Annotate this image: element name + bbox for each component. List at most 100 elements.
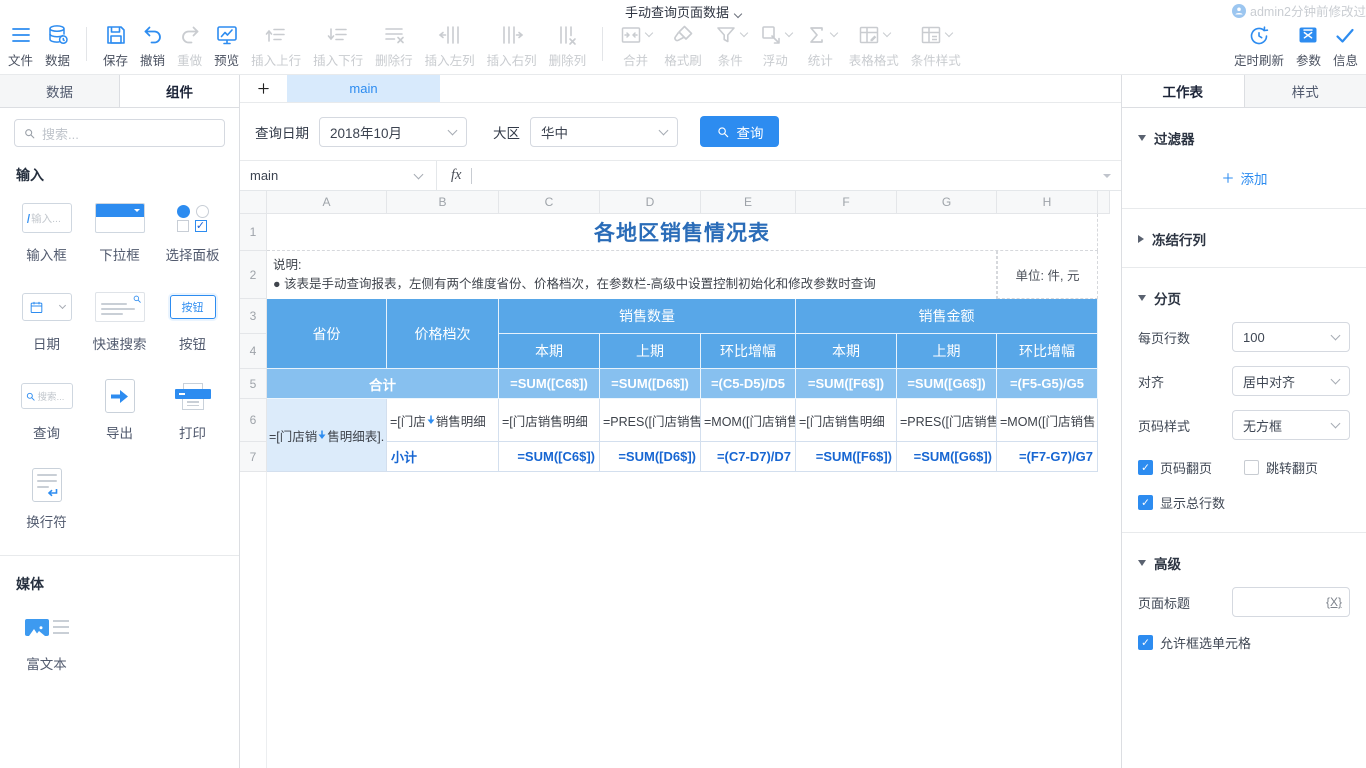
toolbar-insert-col-right-button[interactable]: 插入右列	[481, 21, 543, 69]
cell-F7[interactable]: =SUM([F6$])	[796, 442, 897, 472]
cell-F3[interactable]: 销售金额	[796, 299, 1098, 334]
toolbar-stats-button[interactable]: 统计	[798, 21, 843, 69]
cell-F4[interactable]: 本期	[796, 334, 897, 369]
toolbar-file-button[interactable]: 文件	[2, 21, 39, 69]
component-search-input[interactable]: 搜索...	[14, 119, 225, 147]
toolbar-insert-col-left-button[interactable]: 插入左列	[419, 21, 481, 69]
row-header-2[interactable]: 2	[240, 251, 267, 299]
component-export[interactable]: 导出	[83, 377, 156, 442]
cell-C5[interactable]: =SUM([C6$])	[499, 369, 600, 399]
col-header-E[interactable]: E	[701, 191, 796, 214]
cell-C3[interactable]: 销售数量	[499, 299, 796, 334]
checkbox-jump-flip[interactable]: 跳转翻页	[1244, 458, 1350, 477]
toolbar-insert-row-above-button[interactable]: 插入上行	[245, 21, 307, 69]
row-header-5[interactable]: 5	[240, 369, 267, 399]
advanced-section-header[interactable]: 高级	[1138, 553, 1350, 573]
toolbar-merge-button[interactable]: 合并	[613, 21, 658, 69]
cell-H4[interactable]: 环比增幅	[997, 334, 1098, 369]
variable-icon[interactable]: {X}	[1326, 595, 1342, 609]
cell-F6[interactable]: =[门店销售明细	[796, 399, 897, 442]
cell-G5[interactable]: =SUM([G6$])	[897, 369, 997, 399]
toolbar-redo-button[interactable]: 重做	[171, 21, 208, 69]
row-header-7[interactable]: 7	[240, 442, 267, 472]
add-filter-button[interactable]: 添加	[1138, 168, 1350, 188]
tab-components[interactable]: 组件	[119, 75, 239, 107]
filter-section-header[interactable]: 过滤器	[1138, 128, 1350, 148]
query-date-select[interactable]: 2018年10月	[319, 117, 467, 147]
toolbar-float-button[interactable]: 浮动	[753, 21, 798, 69]
checkbox-page-flip[interactable]: 页码翻页	[1138, 458, 1244, 477]
component-button[interactable]: 按钮按钮	[156, 288, 229, 353]
tab-worksheet[interactable]: 工作表	[1122, 75, 1244, 107]
cell-H5[interactable]: =(F5-G5)/G5	[997, 369, 1098, 399]
toolbar-delete-col-button[interactable]: 删除列	[543, 21, 593, 69]
cell-H2[interactable]: 单位: 件, 元	[997, 251, 1098, 299]
cell-A5[interactable]: 合计	[267, 369, 499, 399]
cell-G6[interactable]: =PRES([门店销售	[897, 399, 997, 442]
cell-E5[interactable]: =(C5-D5)/D5	[701, 369, 796, 399]
add-sheet-button[interactable]	[240, 75, 287, 102]
formula-input[interactable]	[472, 161, 1103, 190]
page-title-input[interactable]: {X}	[1232, 587, 1350, 617]
col-header-B[interactable]: B	[387, 191, 499, 214]
sheet-tab-main[interactable]: main	[287, 75, 440, 102]
row-header-4[interactable]: 4	[240, 334, 267, 369]
cell-D5[interactable]: =SUM([D6$])	[600, 369, 701, 399]
cell-E7[interactable]: =(C7-D7)/D7	[701, 442, 796, 472]
tab-style[interactable]: 样式	[1244, 75, 1366, 107]
rows-per-page-select[interactable]: 100	[1232, 322, 1350, 352]
sheet-corner[interactable]	[240, 191, 267, 214]
cell-H7[interactable]: =(F7-G7)/G7	[997, 442, 1098, 472]
cell-G4[interactable]: 上期	[897, 334, 997, 369]
cell-C4[interactable]: 本期	[499, 334, 600, 369]
cell-H6[interactable]: =MOM([门店销售	[997, 399, 1098, 442]
query-region-select[interactable]: 华中	[530, 117, 678, 147]
col-header-H[interactable]: H	[997, 191, 1098, 214]
tab-data[interactable]: 数据	[0, 75, 119, 107]
cell-A2[interactable]: 说明:● 该表是手动查询报表，左侧有两个维度省份、价格档次，在参数栏-高级中设置…	[267, 251, 997, 299]
component-rich-text[interactable]: 富文本	[10, 608, 83, 673]
row-header-1[interactable]: 1	[240, 214, 267, 251]
cell-E6[interactable]: =MOM([门店销售	[701, 399, 796, 442]
component-choice-panel[interactable]: ✓选择面板	[156, 199, 229, 264]
sheet-canvas[interactable]: ABCDEFGH1234567各地区销售情况表说明:● 该表是手动查询报表，左侧…	[240, 191, 1121, 768]
cell-A1[interactable]: 各地区销售情况表	[267, 214, 1098, 251]
cell-B7[interactable]: 小计	[387, 442, 499, 472]
toolbar-info-button[interactable]: 信息	[1327, 21, 1364, 69]
col-header-G[interactable]: G	[897, 191, 997, 214]
toolbar-data-button[interactable]: 数据	[39, 21, 76, 69]
toolbar-preview-button[interactable]: 预览	[208, 21, 245, 69]
toolbar-timed-refresh-button[interactable]: 定时刷新	[1228, 21, 1290, 69]
cell-B3[interactable]: 价格档次	[387, 299, 499, 369]
cell-ref-select[interactable]: main	[240, 161, 436, 190]
toolbar-table-format-button[interactable]: 表格格式	[843, 21, 905, 69]
cell-B6[interactable]: =[门店销售明细	[387, 399, 499, 442]
cell-G7[interactable]: =SUM([G6$])	[897, 442, 997, 472]
cell-A3[interactable]: 省份	[267, 299, 387, 369]
toolbar-condition-style-button[interactable]: 条件样式	[905, 21, 967, 69]
toolbar-insert-row-below-button[interactable]: 插入下行	[307, 21, 369, 69]
component-print[interactable]: 打印	[156, 377, 229, 442]
toolbar-params-button[interactable]: 参数	[1290, 21, 1327, 69]
toolbar-condition-button[interactable]: 条件	[708, 21, 753, 69]
col-header-D[interactable]: D	[600, 191, 701, 214]
cell-E4[interactable]: 环比增幅	[701, 334, 796, 369]
cell-C6[interactable]: =[门店销售明细	[499, 399, 600, 442]
freeze-section-header[interactable]: 冻结行列	[1138, 229, 1350, 249]
cell-D6[interactable]: =PRES([门店销售	[600, 399, 701, 442]
row-header-3[interactable]: 3	[240, 299, 267, 334]
cell-F5[interactable]: =SUM([F6$])	[796, 369, 897, 399]
toolbar-delete-row-button[interactable]: 删除行	[369, 21, 419, 69]
report-title-dropdown[interactable]: 手动查询页面数据	[0, 2, 1366, 21]
component-newline[interactable]: 换行符	[10, 466, 83, 531]
cell-D7[interactable]: =SUM([D6$])	[600, 442, 701, 472]
component-input-box[interactable]: I输入...输入框	[10, 199, 83, 264]
query-button[interactable]: 查询	[700, 116, 779, 147]
toolbar-undo-button[interactable]: 撤销	[134, 21, 171, 69]
component-dropdown[interactable]: 下拉框	[83, 199, 156, 264]
row-header-6[interactable]: 6	[240, 399, 267, 442]
toolbar-save-button[interactable]: 保存	[97, 21, 134, 69]
toolbar-format-brush-button[interactable]: 格式刷	[658, 21, 708, 69]
cell-D4[interactable]: 上期	[600, 334, 701, 369]
paging-section-header[interactable]: 分页	[1138, 288, 1350, 308]
